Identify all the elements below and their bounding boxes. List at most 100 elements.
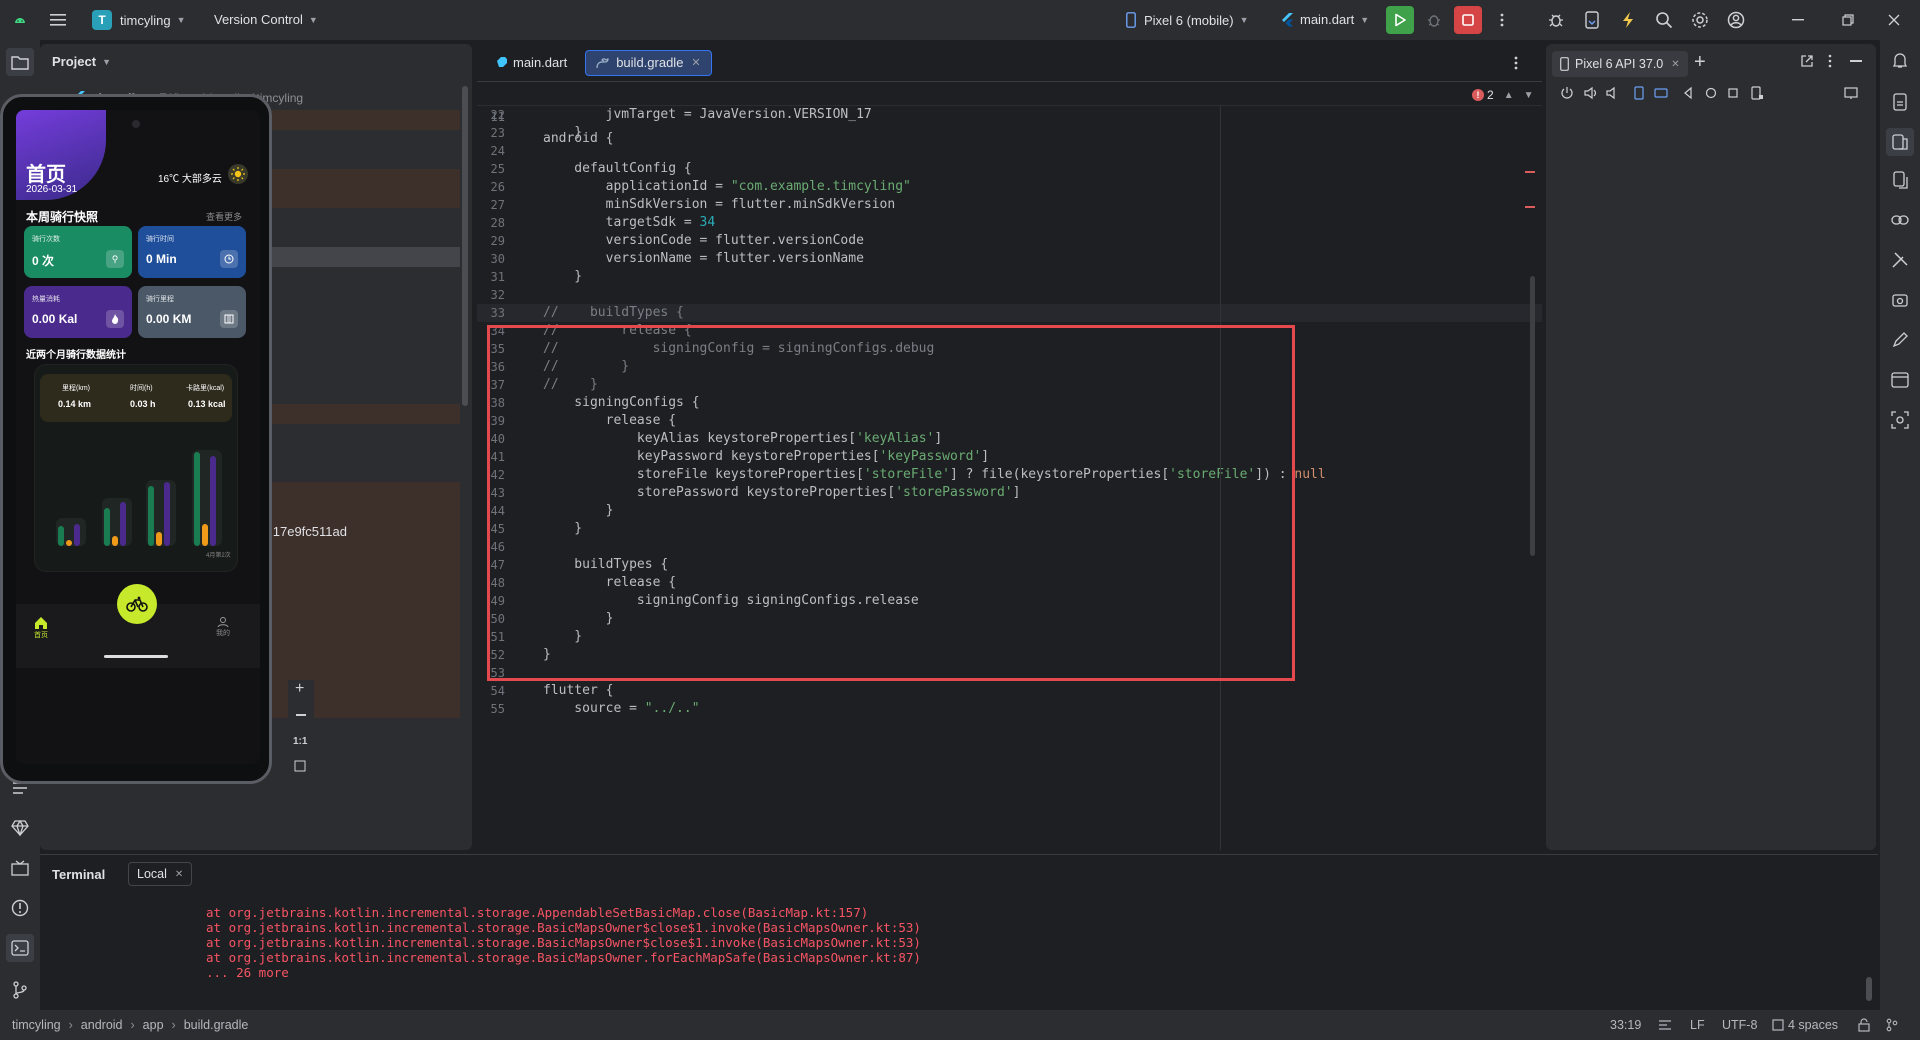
terminal-tab-local[interactable]: Local ✕ — [128, 862, 193, 886]
overview-icon[interactable] — [1726, 86, 1740, 100]
error-stripe-mark[interactable] — [1525, 206, 1535, 208]
caret-position[interactable]: 33:19 — [1610, 1018, 1641, 1032]
zoom-in-icon[interactable]: + — [295, 680, 304, 698]
code-style-icon[interactable] — [1658, 1019, 1672, 1031]
calories-card[interactable]: 热量消耗 0.00 Kal — [24, 286, 132, 338]
code-line[interactable]: 54 flutter { — [477, 682, 1542, 700]
home-icon[interactable] — [1704, 86, 1718, 100]
nav-home[interactable]: 首页 — [34, 616, 48, 640]
main-menu-icon[interactable] — [44, 6, 72, 34]
code-line[interactable]: 30 versionName = flutter.versionName — [477, 250, 1542, 268]
stop-button[interactable] — [1454, 6, 1482, 34]
error-indicator[interactable]: ! 2 ▲ ▼ — [1472, 88, 1534, 102]
restore-window-icon[interactable] — [1834, 6, 1862, 34]
rotate-right-icon[interactable] — [1654, 86, 1668, 100]
bug-icon[interactable] — [1542, 6, 1570, 34]
project-switcher[interactable]: T timcyling ▼ — [92, 10, 186, 30]
code-line[interactable]: 29 versionCode = flutter.versionCode — [477, 232, 1542, 250]
close-tab-icon[interactable]: ✕ — [691, 56, 700, 69]
search-icon[interactable] — [1650, 6, 1678, 34]
breadcrumb-item[interactable]: build.gradle — [184, 1018, 249, 1032]
minimize-panel-icon[interactable] — [1850, 60, 1862, 62]
code-line[interactable]: 33 // buildTypes { — [477, 304, 1542, 322]
tools-icon[interactable] — [1888, 248, 1912, 272]
git-icon[interactable] — [8, 978, 32, 1002]
ride-fab-button[interactable] — [117, 584, 157, 624]
tab-build-gradle[interactable]: build.gradle ✕ — [585, 49, 712, 76]
back-icon[interactable] — [1682, 86, 1694, 100]
minimize-window-icon[interactable] — [1784, 6, 1812, 34]
terminal-tool-icon[interactable] — [6, 934, 34, 962]
hot-reload-icon[interactable] — [1614, 6, 1642, 34]
nav-me[interactable]: 我的 — [216, 616, 230, 638]
screenshot-icon[interactable] — [1750, 86, 1764, 100]
fit-screen-icon[interactable] — [294, 760, 306, 772]
chevron-down-icon[interactable]: ▼ — [1524, 90, 1534, 101]
chevron-up-icon[interactable]: ▲ — [1504, 90, 1514, 101]
gesture-bar[interactable] — [104, 655, 168, 658]
error-stripe-mark[interactable] — [1525, 171, 1535, 173]
problems-icon[interactable] — [8, 896, 32, 920]
add-device-icon[interactable]: + — [1694, 52, 1706, 72]
indent-setting[interactable]: 4 spaces — [1788, 1018, 1838, 1032]
device-mirror-icon[interactable] — [1888, 168, 1912, 192]
layout-inspector-icon[interactable] — [1888, 368, 1912, 392]
vcs-menu[interactable]: Version Control ▼ — [214, 12, 318, 27]
breadcrumb-item[interactable]: app — [143, 1018, 164, 1032]
zoom-out-icon[interactable] — [296, 714, 306, 716]
power-icon[interactable] — [1560, 86, 1574, 100]
device-tab[interactable]: Pixel 6 API 37.0 ✕ — [1552, 51, 1688, 77]
tab-main-dart[interactable]: main.dart — [485, 50, 577, 76]
edit-icon[interactable] — [1888, 328, 1912, 352]
emulator-icon[interactable] — [1888, 288, 1912, 312]
rotate-left-icon[interactable] — [1632, 86, 1646, 100]
close-tab-icon[interactable]: ✕ — [175, 869, 183, 880]
code-line[interactable]: 24 — [477, 142, 1542, 160]
more-vertical-icon[interactable] — [1502, 49, 1530, 77]
app-inspection-icon[interactable] — [8, 856, 32, 880]
close-window-icon[interactable] — [1880, 6, 1908, 34]
running-devices-icon[interactable] — [1886, 128, 1914, 156]
zoom-actual-size[interactable]: 1:1 — [293, 736, 307, 747]
tree-scrollbar[interactable] — [462, 86, 468, 406]
account-icon[interactable] — [1722, 6, 1750, 34]
breadcrumb-item[interactable]: android — [81, 1018, 123, 1032]
breadcrumb-item[interactable]: timcyling — [12, 1018, 61, 1032]
code-line[interactable]: 27 minSdkVersion = flutter.minSdkVersion — [477, 196, 1542, 214]
file-encoding[interactable]: UTF-8 — [1722, 1018, 1757, 1032]
project-tool-icon[interactable] — [6, 48, 34, 76]
link-icon[interactable] — [1888, 208, 1912, 232]
device-selector[interactable]: Pixel 6 (mobile) ▼ — [1126, 12, 1249, 28]
vertical-scrollbar[interactable] — [1530, 276, 1535, 556]
open-external-icon[interactable] — [1800, 54, 1814, 68]
device-manager-icon[interactable] — [1578, 6, 1606, 34]
run-button[interactable] — [1386, 6, 1414, 34]
code-line[interactable]: 55 source = "../.." — [477, 700, 1542, 718]
volume-down-icon[interactable] — [1606, 86, 1620, 100]
device-settings-icon[interactable] — [1844, 86, 1858, 100]
more-vertical-icon[interactable] — [1488, 6, 1516, 34]
inspect-icon[interactable] — [1888, 408, 1912, 432]
project-panel-header[interactable]: Project ▼ — [52, 54, 111, 69]
indent-icon[interactable] — [1772, 1019, 1784, 1031]
code-line[interactable]: 32 — [477, 286, 1542, 304]
ride-time-card[interactable]: 骑行时间 0 Min — [138, 226, 246, 278]
distance-card[interactable]: 骑行里程 0.00 KM — [138, 286, 246, 338]
close-tab-icon[interactable]: ✕ — [1671, 59, 1679, 70]
rides-count-card[interactable]: 骑行次数 0 次 ⚲ — [24, 226, 132, 278]
debug-button[interactable] — [1420, 6, 1448, 34]
gem-icon[interactable] — [8, 816, 32, 840]
git-branch-icon[interactable] — [1886, 1018, 1898, 1032]
code-line[interactable]: 31 } — [477, 268, 1542, 286]
code-line[interactable]: 22 jvmTarget = JavaVersion.VERSION_17 — [477, 106, 1542, 124]
volume-up-icon[interactable] — [1584, 86, 1598, 100]
run-config-selector[interactable]: main.dart ▼ — [1282, 12, 1369, 27]
readonly-lock-icon[interactable] — [1858, 1018, 1870, 1032]
notifications-icon[interactable] — [1888, 48, 1912, 72]
code-line[interactable]: 25 defaultConfig { — [477, 160, 1542, 178]
device-file-explorer-icon[interactable] — [1888, 90, 1912, 114]
more-vertical-icon[interactable] — [1828, 54, 1832, 68]
see-more-link[interactable]: 查看更多 — [206, 210, 242, 223]
phone-screen[interactable]: 首页 2026-03-31 16℃ 大部多云 本周骑行快照 查看更多 骑行次数 … — [16, 110, 260, 764]
code-line[interactable]: 23 } — [477, 124, 1542, 142]
